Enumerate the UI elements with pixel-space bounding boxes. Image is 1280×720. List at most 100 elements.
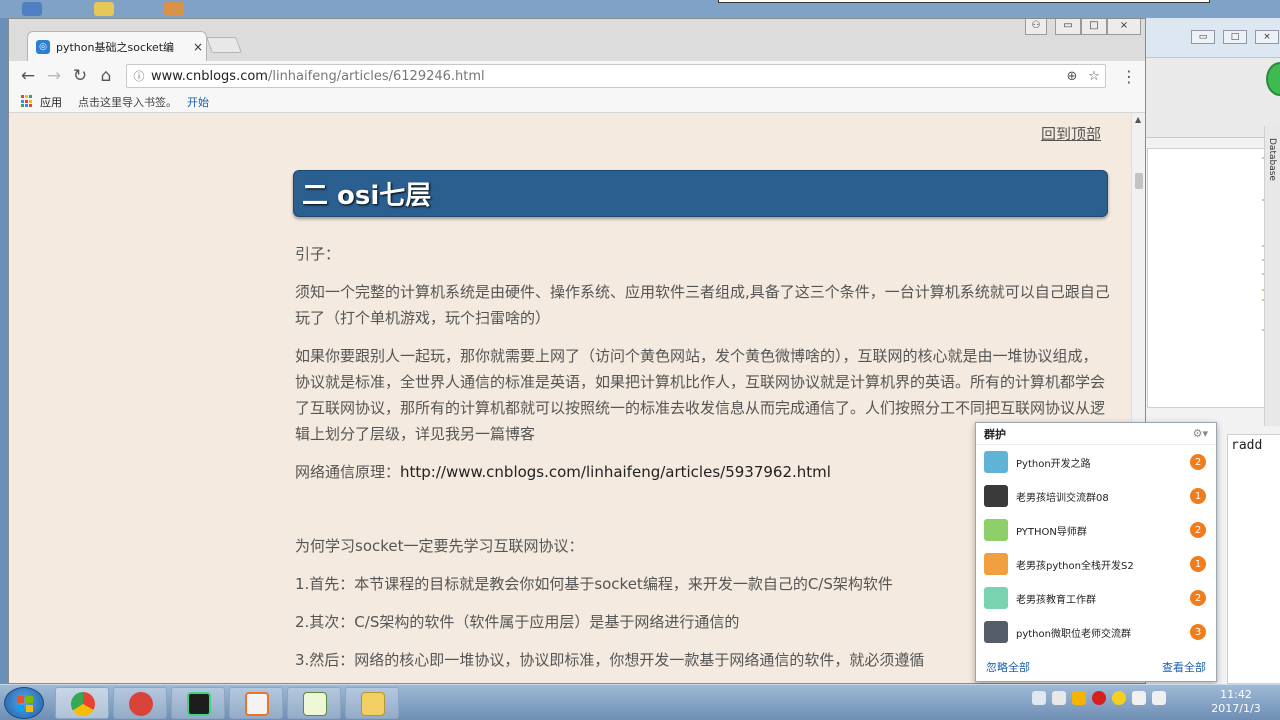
ignore-all-link[interactable]: 忽略全部 [986,659,1030,675]
qq-gear-icon[interactable]: ⚙▾ [1193,427,1208,440]
group-avatar [984,451,1008,473]
forward-arrow-icon[interactable]: → [41,63,67,89]
chrome-menu-icon[interactable]: ⋮ [1121,67,1137,86]
unread-badge: 1 [1190,556,1206,572]
window-maximize-button[interactable]: □ [1081,19,1107,35]
tray-record-icon[interactable] [1092,691,1106,705]
address-bar[interactable]: ⓘ www.cnblogs.com/linhaifeng/articles/61… [126,64,1106,88]
unread-badge: 2 [1190,454,1206,470]
ide-minimize-button[interactable]: ▭ [1191,30,1215,44]
qq-popup-title: 群护 [984,427,1006,441]
notepad-icon [303,692,327,716]
qq-popup-footer: 忽略全部 查看全部 [976,653,1216,681]
group-name: PYTHON导师群 [1016,526,1087,538]
desktop-icon-folder[interactable] [94,2,114,16]
tray-expand-icon[interactable] [1032,691,1046,705]
home-icon[interactable]: ⌂ [93,63,119,89]
database-tab-label: Database [1267,138,1277,181]
section-heading: 二 osi七层 [293,170,1108,217]
back-arrow-icon[interactable]: ← [15,63,41,89]
ide-toolbar [1141,58,1280,138]
taskbar-chrome[interactable] [55,687,109,719]
back-to-top-link[interactable]: 回到顶部 [1041,123,1101,144]
group-avatar [984,621,1008,643]
group-name: Python开发之路 [1016,458,1091,470]
zoom-icon[interactable]: ⊕ [1061,69,1083,84]
bookmark-star-icon[interactable]: ☆ [1083,69,1105,84]
pycharm-icon [187,692,211,716]
ide-titlebar: ▭ □ × [1141,18,1280,58]
tray-sound-app-icon[interactable] [1052,691,1066,705]
tab-title: python基础之socket编 [56,40,175,54]
taskbar-snail-app[interactable] [113,687,167,719]
qq-group-item[interactable]: python微职位老师交流群 3 [976,615,1216,649]
desktop-icon-app[interactable] [164,2,184,16]
windows-logo-icon [17,696,33,712]
tray-plus-icon[interactable] [1112,691,1126,705]
scroll-up-arrow-icon[interactable]: ▲ [1135,115,1141,124]
start-button[interactable] [4,687,44,719]
tray-volume-icon[interactable] [1152,691,1166,705]
tab-close-icon[interactable]: × [190,40,206,54]
chrome-toolbar: ← → ↻ ⌂ ⓘ www.cnblogs.com/linhaifeng/art… [9,61,1145,91]
folder-icon [361,692,385,716]
scroll-thumb[interactable] [1135,173,1143,189]
network-link-label: 网络通信原理： [295,463,401,481]
background-window-edge [718,0,1210,3]
windows-taskbar: 11:42 2017/1/3 [0,684,1280,720]
qq-group-item[interactable]: PYTHON导师群 2 [976,513,1216,547]
tray-qq-icon[interactable] [1072,691,1086,705]
chrome-icon [71,692,95,716]
qq-group-item[interactable]: 老男孩培训交流群08 1 [976,479,1216,513]
ide-database-sidebar[interactable]: Database [1264,126,1280,426]
taskbar-explorer[interactable] [345,687,399,719]
user-profile-icon[interactable]: ⚇ [1025,19,1047,35]
group-name: python微职位老师交流群 [1016,628,1131,640]
network-article-link[interactable]: http://www.cnblogs.com/linhaifeng/articl… [400,463,831,481]
view-all-link[interactable]: 查看全部 [1162,659,1206,675]
unread-badge: 1 [1190,488,1206,504]
group-name: 老男孩python全栈开发S2 [1016,560,1134,572]
bookmark-apps[interactable]: 应用 [40,94,62,110]
paragraph-system: 须知一个完整的计算机系统是由硬件、操作系统、应用软件三者组成,具备了这三个条件，… [295,283,1110,327]
group-avatar [984,485,1008,507]
qq-group-item[interactable]: Python开发之路 2 [976,445,1216,479]
window-close-button[interactable]: × [1107,19,1141,35]
page-content: 回到顶部 二 osi七层 引子： 须知一个完整的计算机系统是由硬件、操作系统、应… [9,113,1133,683]
bookmarks-bar: 应用 点击这里导入书签。 开始 [9,91,1145,113]
ide-editor[interactable] [1147,148,1274,408]
group-avatar [984,553,1008,575]
taskbar-recorder[interactable] [229,687,283,719]
paragraph-intro: 引子： [295,245,341,263]
apps-grid-icon[interactable] [21,95,34,108]
qq-popup-header: 群护 ⚙▾ [976,423,1216,445]
chrome-tabstrip: ◎ python基础之socket编 × ⚇ ▭ □ × [9,19,1145,61]
new-tab-button[interactable] [206,37,242,53]
address-url[interactable]: www.cnblogs.com/linhaifeng/articles/6129… [151,69,1061,84]
taskbar-clock[interactable]: 11:42 2017/1/3 [1206,688,1266,716]
ide-close-button[interactable]: × [1255,30,1279,44]
reload-icon[interactable]: ↻ [67,63,93,89]
bookmark-import-hint: 点击这里导入书签。 [78,95,177,109]
group-avatar [984,519,1008,541]
group-name: 老男孩培训交流群08 [1016,492,1109,504]
unread-badge: 2 [1190,590,1206,606]
tray-network-icon[interactable] [1132,691,1146,705]
site-info-icon[interactable]: ⓘ [127,68,151,84]
ide-run-console[interactable]: radd [1227,434,1280,684]
qq-group-popup: 群护 ⚙▾ Python开发之路 2 老男孩培训交流群08 1 PYTHON导师… [975,422,1217,682]
clock-time: 11:42 [1220,688,1252,701]
group-name: 老男孩教育工作群 [1016,594,1096,606]
tab-socket-article[interactable]: ◎ python基础之socket编 × [27,31,207,61]
bookmark-start-link[interactable]: 开始 [187,94,209,110]
window-minimize-button[interactable]: ▭ [1055,19,1081,35]
qq-group-item[interactable]: 老男孩教育工作群 2 [976,581,1216,615]
recorder-icon [245,692,269,716]
cnblogs-favicon-icon: ◎ [36,39,50,54]
ide-maximize-button[interactable]: □ [1223,30,1247,44]
taskbar-notepad[interactable] [287,687,341,719]
qq-group-item[interactable]: 老男孩python全栈开发S2 1 [976,547,1216,581]
desktop-icon-computer[interactable] [22,2,42,16]
taskbar-pycharm[interactable] [171,687,225,719]
url-path: /linhaifeng/articles/6129246.html [267,68,485,84]
